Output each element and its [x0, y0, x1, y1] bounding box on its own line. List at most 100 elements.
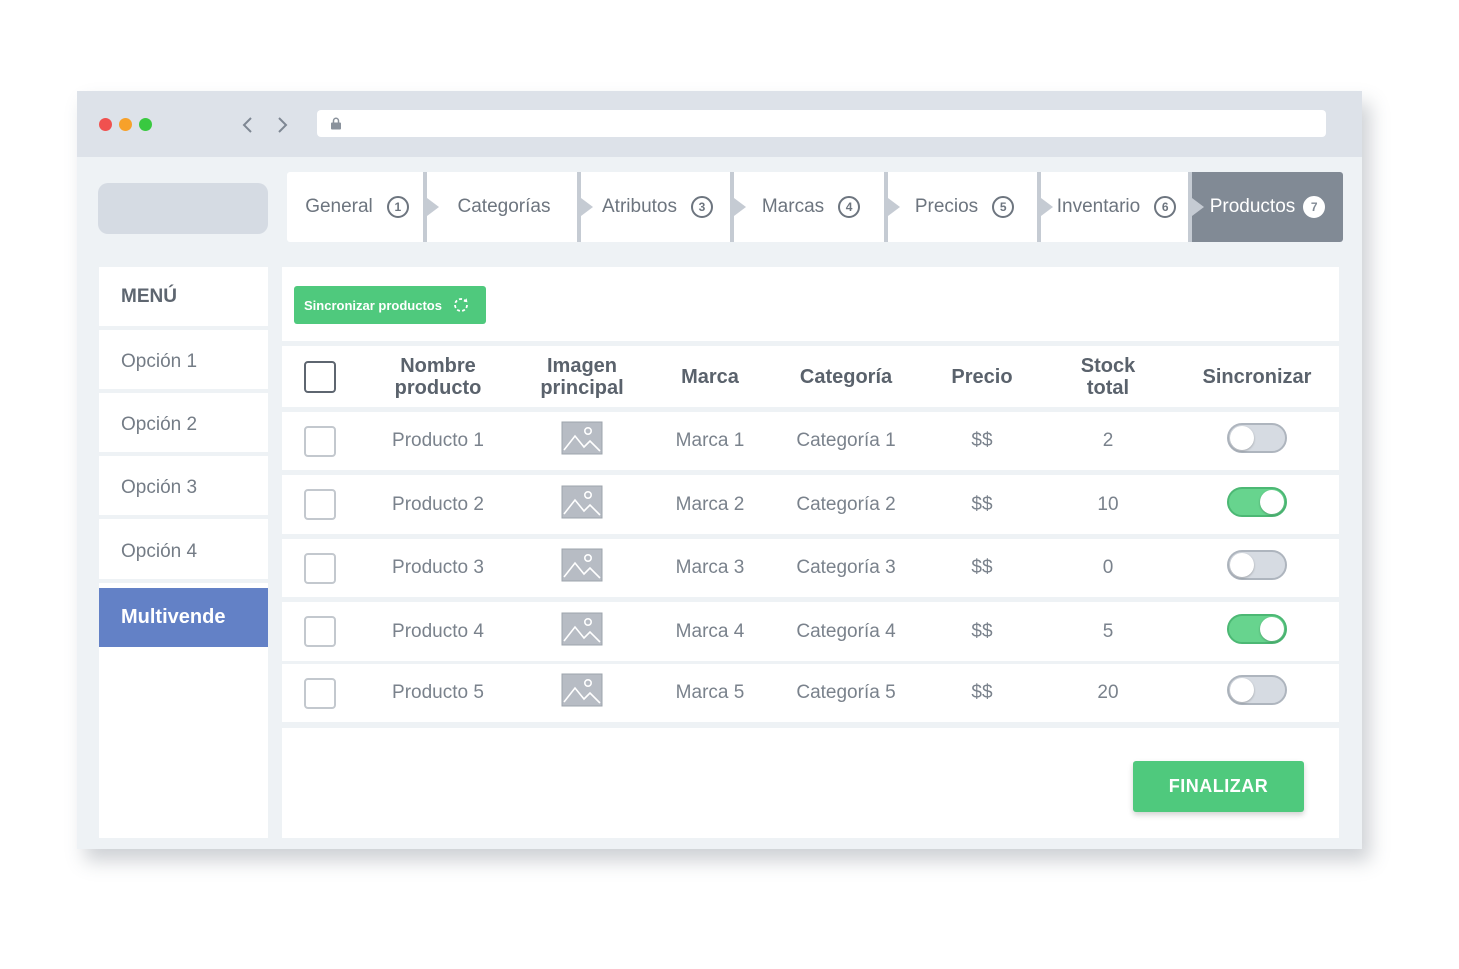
table-row: Producto 2 Marca 2 Categoría 2 $$ 10 [282, 475, 1339, 534]
step-tab-3[interactable]: Atributos 3 [581, 172, 746, 242]
close-dot[interactable] [99, 118, 112, 131]
sync-products-button[interactable]: Sincronizar productos [294, 286, 486, 324]
product-category: Categoría 1 [796, 430, 896, 451]
row-checkbox[interactable] [304, 489, 336, 520]
logo-placeholder [98, 183, 268, 234]
sidebar-item-2[interactable]: Opción 2 [99, 397, 268, 456]
step-label: General [305, 196, 373, 217]
sidebar-item-4[interactable]: Opción 4 [99, 524, 268, 583]
step-label: Precios [914, 196, 979, 217]
product-brand: Marca 1 [675, 430, 745, 451]
sync-toggle-cell [1182, 486, 1332, 523]
sync-toggle-cell [1182, 613, 1332, 650]
step-number-badge: 1 [386, 196, 409, 218]
step-label: Atributos [602, 196, 677, 217]
step-label: Categorías [457, 196, 551, 217]
product-name: Producto 2 [392, 493, 484, 515]
sync-toggle[interactable] [1227, 550, 1287, 580]
step-number-badge: 7 [1303, 196, 1326, 218]
refresh-icon [454, 298, 468, 312]
row-checkbox[interactable] [304, 677, 336, 709]
finish-button[interactable]: FINALIZAR [1133, 761, 1304, 812]
product-price: $$ [971, 493, 993, 515]
step-wizard: General 1 Categorías Atributos 3 Marcas 4 Preci… [287, 172, 1343, 242]
step-tab-1[interactable]: General 1 [287, 172, 439, 242]
step-tab-7[interactable]: Productos 7 [1192, 172, 1343, 242]
step-tab-6[interactable]: Inventario 6 [1041, 172, 1204, 242]
maximize-dot[interactable] [139, 118, 152, 131]
step-arrow-icon [1192, 198, 1204, 216]
sidebar: MENÚ Opción 1 Opción 2 Opción 3 Opción 4 Mul… [99, 267, 268, 838]
product-name: Producto 4 [392, 620, 484, 642]
table-row: Producto 5 Marca 5 Categoría 5 $$ 20 [282, 664, 1339, 722]
product-category: Categoría 3 [796, 557, 896, 578]
product-price: $$ [971, 557, 993, 578]
back-chevron-icon[interactable] [236, 112, 260, 138]
table-row: Producto 3 Marca 3 Categoría 3 $$ 0 [282, 539, 1339, 597]
step-number-badge: 6 [1154, 196, 1177, 218]
address-bar[interactable] [317, 110, 1326, 137]
minimize-dot[interactable] [119, 118, 132, 131]
table-row: Producto 4 Marca 4 Categoría 4 $$ 5 [282, 602, 1339, 661]
step-arrow-icon [734, 198, 746, 216]
select-all-checkbox[interactable] [304, 360, 336, 393]
product-name: Producto 5 [392, 682, 484, 703]
main-panel: Sincronizar productos Nombre producto Ima… [282, 267, 1339, 838]
step-arrow-icon [888, 198, 900, 216]
sidebar-item-3[interactable]: Opción 3 [99, 460, 268, 519]
product-brand: Marca 4 [675, 620, 745, 642]
product-brand: Marca 3 [675, 557, 745, 578]
product-category: Categoría 4 [796, 620, 896, 642]
step-label: Marcas [761, 196, 825, 217]
table-row: Producto 1 Marca 1 Categoría 1 $$ 2 [282, 412, 1339, 470]
header-brand: Marca [681, 365, 739, 388]
table-header: Nombre producto Imagen principal Marca Cat… [282, 346, 1339, 407]
sidebar-item-1[interactable]: Opción 1 [99, 334, 268, 393]
forward-chevron-icon[interactable] [270, 112, 294, 138]
browser-window: General 1 Categorías Atributos 3 Marcas 4 Preci… [77, 91, 1362, 849]
product-price: $$ [971, 620, 993, 642]
product-price: $$ [971, 682, 993, 703]
footer: FINALIZAR [282, 728, 1339, 838]
image-placeholder-icon [522, 548, 642, 588]
toolbar: Sincronizar productos [282, 267, 1339, 341]
browser-titlebar [77, 91, 1362, 157]
step-arrow-icon [1041, 198, 1053, 216]
product-category: Categoría 2 [796, 493, 896, 515]
product-stock: 20 [1097, 682, 1119, 703]
step-number-badge: 4 [838, 196, 861, 218]
product-brand: Marca 2 [675, 493, 745, 515]
step-arrow-icon [427, 198, 439, 216]
header-category: Categoría [799, 365, 893, 388]
product-stock: 5 [1102, 620, 1114, 642]
row-checkbox[interactable] [304, 425, 336, 457]
product-stock: 10 [1097, 493, 1119, 515]
step-label: Productos [1209, 196, 1296, 217]
row-checkbox[interactable] [304, 552, 336, 584]
header-name: Nombre producto [394, 354, 482, 399]
row-checkbox[interactable] [304, 616, 336, 647]
sync-toggle[interactable] [1227, 423, 1287, 453]
product-name: Producto 3 [392, 557, 484, 578]
step-arrow-icon [581, 198, 593, 216]
product-stock: 0 [1102, 557, 1114, 578]
step-number-badge: 3 [690, 196, 713, 218]
lock-icon [331, 117, 341, 130]
sync-toggle-cell [1182, 423, 1332, 459]
sync-toggle-cell [1182, 675, 1332, 711]
product-name: Producto 1 [392, 430, 484, 451]
sidebar-item-5[interactable]: Multivende [99, 588, 268, 647]
image-placeholder-icon [522, 485, 642, 525]
image-placeholder-icon [522, 612, 642, 652]
sync-toggle[interactable] [1227, 675, 1287, 705]
product-brand: Marca 5 [675, 682, 745, 703]
sync-toggle[interactable] [1227, 613, 1287, 644]
image-placeholder-icon [522, 421, 642, 461]
header-image: Imagen principal [540, 354, 624, 399]
step-tab-5[interactable]: Precios 5 [888, 172, 1053, 242]
sync-toggle[interactable] [1227, 486, 1287, 517]
step-tab-4[interactable]: Marcas 4 [734, 172, 900, 242]
step-tab-2[interactable]: Categorías [427, 172, 593, 242]
header-stock: Stock total [1080, 354, 1136, 399]
step-number-badge: 5 [992, 196, 1015, 218]
